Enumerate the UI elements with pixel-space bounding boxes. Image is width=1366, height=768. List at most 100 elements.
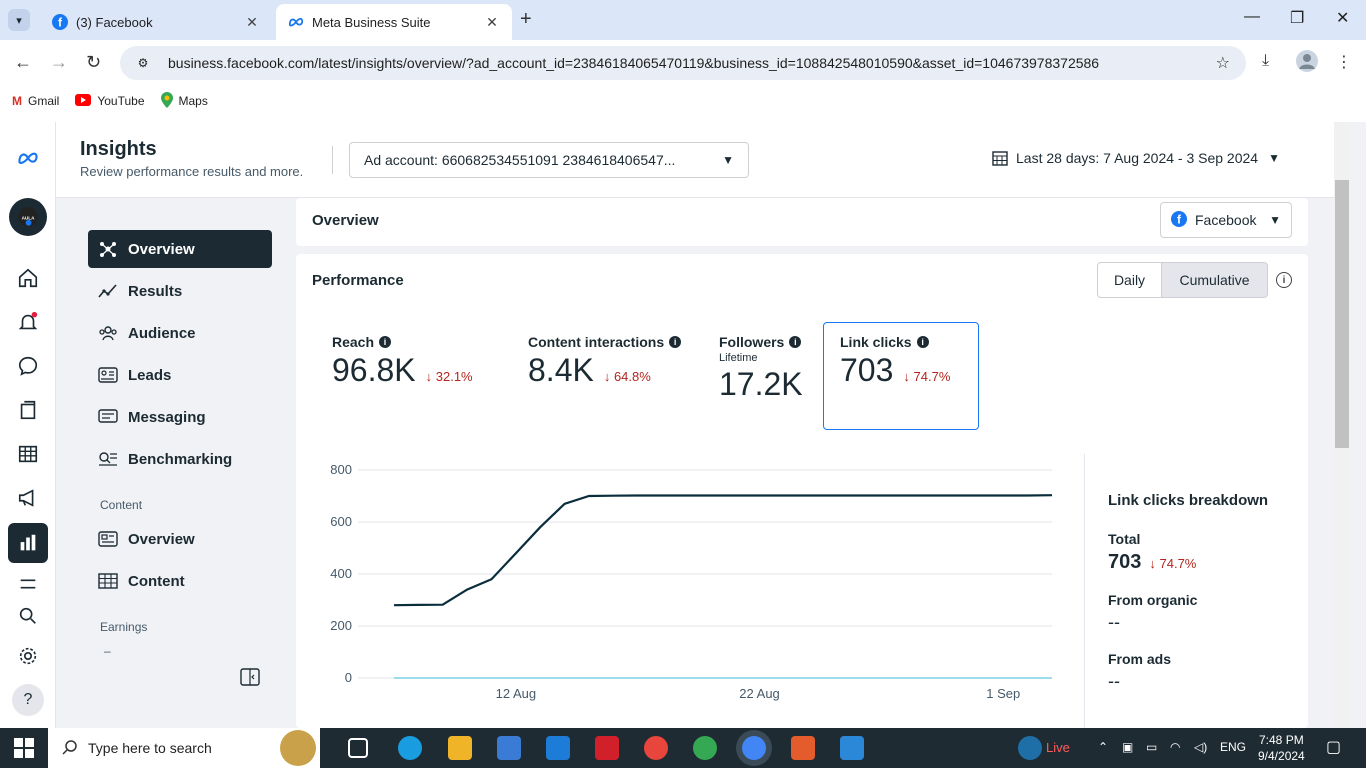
edge-browser-icon[interactable] [398, 736, 422, 760]
site-info-icon[interactable]: ⚙ [132, 52, 154, 74]
nav-item-content-overview[interactable]: Overview [88, 520, 272, 558]
nav-item-label: Audience [128, 324, 196, 342]
system-clock[interactable]: 7:48 PM 9/4/2024 [1258, 732, 1305, 764]
y-tick-label: 600 [330, 514, 352, 529]
restore-icon[interactable]: ❐ [1290, 8, 1304, 28]
info-icon[interactable]: i [916, 336, 929, 348]
bookmark-gmail[interactable]: M Gmail [12, 94, 59, 108]
y-tick-label: 400 [330, 566, 352, 581]
photos-icon[interactable] [840, 736, 864, 760]
wifi-icon[interactable]: ◠ [1170, 740, 1180, 754]
ad-account-select[interactable]: Ad account: 660682534551091 238461840654… [349, 142, 749, 178]
browser-tab-meta-business-suite[interactable]: Meta Business Suite ✕ [276, 4, 512, 40]
input-language[interactable]: ENG [1220, 740, 1246, 754]
windows-start-icon[interactable] [14, 738, 34, 758]
bookmark-youtube[interactable]: YouTube [75, 93, 145, 109]
inbox-chat-icon[interactable] [14, 352, 42, 380]
content-pages-icon[interactable] [14, 396, 42, 424]
tab-search-button[interactable]: ▾ [8, 9, 30, 31]
tab-label: (3) Facebook [76, 14, 153, 30]
home-icon[interactable] [14, 264, 42, 292]
account-avatar-icon[interactable]: AULA [9, 198, 47, 236]
metric-sublabel: Lifetime [719, 352, 758, 364]
nav-item-label: Overview [128, 240, 195, 258]
close-tab-icon[interactable]: ✕ [484, 14, 500, 31]
bookmark-label: Maps [178, 94, 208, 108]
task-view-icon[interactable] [348, 738, 368, 758]
all-tools-menu-icon[interactable] [14, 570, 42, 598]
file-explorer-icon[interactable] [448, 736, 472, 760]
close-tab-icon[interactable]: ✕ [244, 14, 260, 31]
browser-menu-icon[interactable]: ⋮ [1336, 52, 1352, 72]
help-question-icon[interactable]: ? [12, 684, 44, 716]
daily-toggle-button[interactable]: Daily [1097, 262, 1162, 298]
notifications-icon[interactable]: ▢ [1326, 737, 1341, 757]
info-icon[interactable]: i [789, 336, 802, 348]
address-bar[interactable]: ⚙ business.facebook.com/latest/insights/… [120, 46, 1246, 80]
forward-icon[interactable]: → [50, 52, 68, 73]
date-range-picker[interactable]: Last 28 days: 7 Aug 2024 - 3 Sep 2024 ▼ [992, 150, 1280, 166]
close-window-icon[interactable]: ✕ [1336, 8, 1349, 28]
metric-reach[interactable]: Reach i 96.8K ↓ 32.1% [332, 334, 473, 389]
info-icon[interactable]: i [669, 336, 682, 348]
profile-avatar-icon[interactable] [1296, 50, 1318, 77]
device-icon[interactable]: ▣ [1122, 740, 1133, 754]
live-label[interactable]: Live [1046, 740, 1070, 755]
settings-gear-icon[interactable] [14, 642, 42, 670]
chrome-profile-a-icon[interactable] [644, 736, 668, 760]
info-icon[interactable]: i [1276, 272, 1292, 288]
insights-chart-icon[interactable] [8, 523, 48, 563]
breakdown-organic-value: -- [1108, 612, 1120, 632]
page-header: Insights Review performance results and … [56, 122, 1334, 198]
microsoft-store-icon[interactable] [497, 736, 521, 760]
breakdown-ads-value: -- [1108, 671, 1120, 691]
volume-icon[interactable]: ◁) [1194, 740, 1207, 754]
bookmark-maps[interactable]: Maps [160, 91, 208, 111]
chrome-profile-b-icon[interactable] [693, 736, 717, 760]
minimize-icon[interactable]: — [1244, 8, 1260, 26]
nav-item-audience[interactable]: Audience [88, 314, 272, 352]
search-icon[interactable] [14, 602, 42, 630]
reload-icon[interactable]: ↻ [86, 52, 101, 73]
nav-item-messaging[interactable]: Messaging [88, 398, 272, 436]
new-tab-button[interactable]: + [520, 8, 532, 31]
download-icon[interactable]: ⤓ [1262, 52, 1269, 70]
maps-icon [160, 91, 173, 111]
browser-tab-facebook[interactable]: f (3) Facebook ✕ [40, 4, 272, 40]
date-range-label: Last 28 days: 7 Aug 2024 - 3 Sep 2024 [1016, 150, 1259, 166]
page-scrollbar-thumb[interactable] [1335, 180, 1349, 448]
acrobat-icon[interactable] [595, 736, 619, 760]
meta-logo-icon[interactable] [10, 144, 46, 172]
audience-icon [98, 325, 118, 341]
nav-section-earnings: Earnings [100, 620, 148, 634]
back-icon[interactable]: ← [14, 52, 32, 73]
nav-item-benchmarking[interactable]: Benchmarking [88, 440, 272, 478]
show-hidden-icons-icon[interactable]: ⌃ [1098, 740, 1108, 754]
metric-content-interactions[interactable]: Content interactions i 8.4K ↓ 64.8% [528, 334, 682, 389]
collapse-sidebar-icon[interactable] [240, 668, 260, 686]
overview-header-card: Overview f Facebook ▼ [296, 198, 1308, 246]
cumulative-toggle-button[interactable]: Cumulative [1161, 262, 1268, 298]
nav-item-overview[interactable]: Overview [88, 230, 272, 268]
nav-item-leads[interactable]: Leads [88, 356, 272, 394]
search-highlight-owl-icon[interactable] [280, 730, 316, 766]
planner-grid-icon[interactable] [14, 440, 42, 468]
mail-icon[interactable] [546, 736, 570, 760]
bookmark-star-icon[interactable]: ☆ [1216, 53, 1230, 73]
platform-select[interactable]: f Facebook ▼ [1160, 202, 1292, 238]
leads-icon [98, 367, 118, 383]
nav-item-content[interactable]: Content [88, 562, 272, 600]
live-news-icon[interactable] [1018, 736, 1042, 760]
metric-followers[interactable]: Followers i Lifetime 17.2K [719, 334, 803, 403]
arrow-down-icon: ↓ [603, 369, 614, 384]
snipping-tool-icon[interactable] [791, 736, 815, 760]
metric-link-clicks[interactable]: Link clicks i 703 ↓ 74.7% [840, 334, 950, 389]
battery-icon[interactable]: ▭ [1146, 740, 1157, 754]
tab-label: Meta Business Suite [312, 14, 431, 30]
chrome-active-icon[interactable] [742, 736, 766, 760]
notifications-bell-icon[interactable] [14, 308, 42, 336]
info-icon[interactable]: i [379, 336, 392, 348]
ads-megaphone-icon[interactable] [14, 484, 42, 512]
metric-value: 703 [840, 352, 894, 388]
nav-item-results[interactable]: Results [88, 272, 272, 310]
